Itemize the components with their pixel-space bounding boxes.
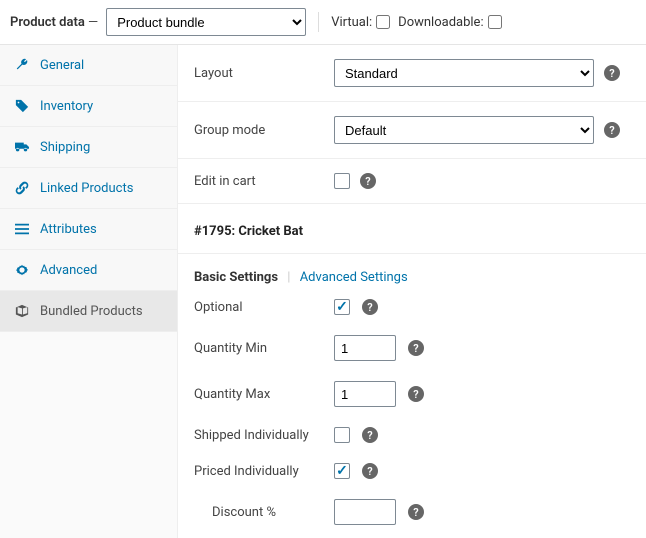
layout-select[interactable]: Standard [334, 59, 594, 87]
help-icon[interactable]: ? [408, 340, 424, 356]
optional-row: Optional ? [178, 289, 646, 325]
group-mode-select[interactable]: Default [334, 116, 594, 144]
discount-label: Discount % [194, 505, 334, 520]
sidebar: General Inventory Shipping Linked Produc… [0, 45, 178, 538]
qty-min-label: Quantity Min [194, 341, 334, 356]
link-icon [14, 180, 30, 196]
qty-min-row: Quantity Min ? [178, 325, 646, 371]
truck-icon [14, 139, 30, 155]
panel-header: Product data — Product bundle Virtual: D… [0, 0, 646, 45]
sidebar-item-linked-products[interactable]: Linked Products [0, 168, 177, 209]
sidebar-item-label: Linked Products [40, 181, 133, 196]
sidebar-item-advanced[interactable]: Advanced [0, 250, 177, 291]
optional-label: Optional [194, 300, 334, 315]
sidebar-item-label: Attributes [40, 222, 97, 237]
sidebar-item-general[interactable]: General [0, 45, 177, 86]
priced-individually-label: Priced Individually [194, 464, 334, 479]
shipped-individually-row: Shipped Individually ? [178, 417, 646, 453]
edit-in-cart-checkbox[interactable] [334, 173, 350, 189]
group-mode-label: Group mode [194, 123, 334, 138]
qty-max-input[interactable] [334, 381, 396, 407]
priced-individually-checkbox[interactable] [334, 463, 350, 479]
bundled-item-tabs: Basic Settings | Advanced Settings [178, 254, 646, 289]
help-icon[interactable]: ? [604, 122, 620, 138]
help-icon[interactable]: ? [362, 427, 378, 443]
sidebar-item-label: Inventory [40, 99, 93, 114]
optional-checkbox[interactable] [334, 299, 350, 315]
sidebar-item-label: Shipping [40, 140, 90, 155]
shipped-individually-label: Shipped Individually [194, 428, 334, 443]
edit-in-cart-label: Edit in cart [194, 174, 334, 189]
help-icon[interactable]: ? [604, 65, 620, 81]
help-icon[interactable]: ? [408, 386, 424, 402]
bundled-item-title: #1795: Cricket Bat [178, 203, 646, 254]
qty-max-label: Quantity Max [194, 387, 334, 402]
product-data-title: Product data — [10, 15, 98, 30]
help-icon[interactable]: ? [408, 504, 424, 520]
list-icon [14, 221, 30, 237]
tab-basic-settings[interactable]: Basic Settings [194, 270, 278, 285]
sidebar-item-attributes[interactable]: Attributes [0, 209, 177, 250]
help-icon[interactable]: ? [360, 173, 376, 189]
virtual-checkbox[interactable] [376, 15, 390, 29]
discount-row: Discount % ? [178, 489, 646, 535]
product-type-select[interactable]: Product bundle [106, 8, 306, 36]
qty-min-input[interactable] [334, 335, 396, 361]
separator [318, 12, 319, 32]
qty-max-row: Quantity Max ? [178, 371, 646, 417]
gear-icon [14, 262, 30, 278]
layout-label: Layout [194, 66, 334, 81]
priced-individually-row: Priced Individually ? [178, 453, 646, 489]
content-area: Layout Standard ? Group mode Default ? [178, 45, 646, 538]
wrench-icon [14, 57, 30, 73]
group-mode-row: Group mode Default ? [178, 102, 646, 159]
tag-icon [14, 98, 30, 114]
tab-advanced-settings[interactable]: Advanced Settings [300, 270, 408, 285]
downloadable-checkbox[interactable] [488, 15, 502, 29]
sidebar-item-label: Bundled Products [40, 304, 143, 319]
edit-in-cart-row: Edit in cart ? [178, 159, 646, 203]
sidebar-item-inventory[interactable]: Inventory [0, 86, 177, 127]
layout-row: Layout Standard ? [178, 45, 646, 102]
sidebar-item-shipping[interactable]: Shipping [0, 127, 177, 168]
virtual-option[interactable]: Virtual: [331, 15, 390, 30]
sidebar-item-label: Advanced [40, 263, 97, 278]
discount-input[interactable] [334, 499, 396, 525]
help-icon[interactable]: ? [362, 299, 378, 315]
shipped-individually-checkbox[interactable] [334, 427, 350, 443]
sidebar-item-bundled-products[interactable]: Bundled Products [0, 291, 177, 332]
sidebar-item-label: General [40, 58, 84, 73]
downloadable-option[interactable]: Downloadable: [398, 15, 501, 30]
box-icon [14, 303, 30, 319]
help-icon[interactable]: ? [362, 463, 378, 479]
